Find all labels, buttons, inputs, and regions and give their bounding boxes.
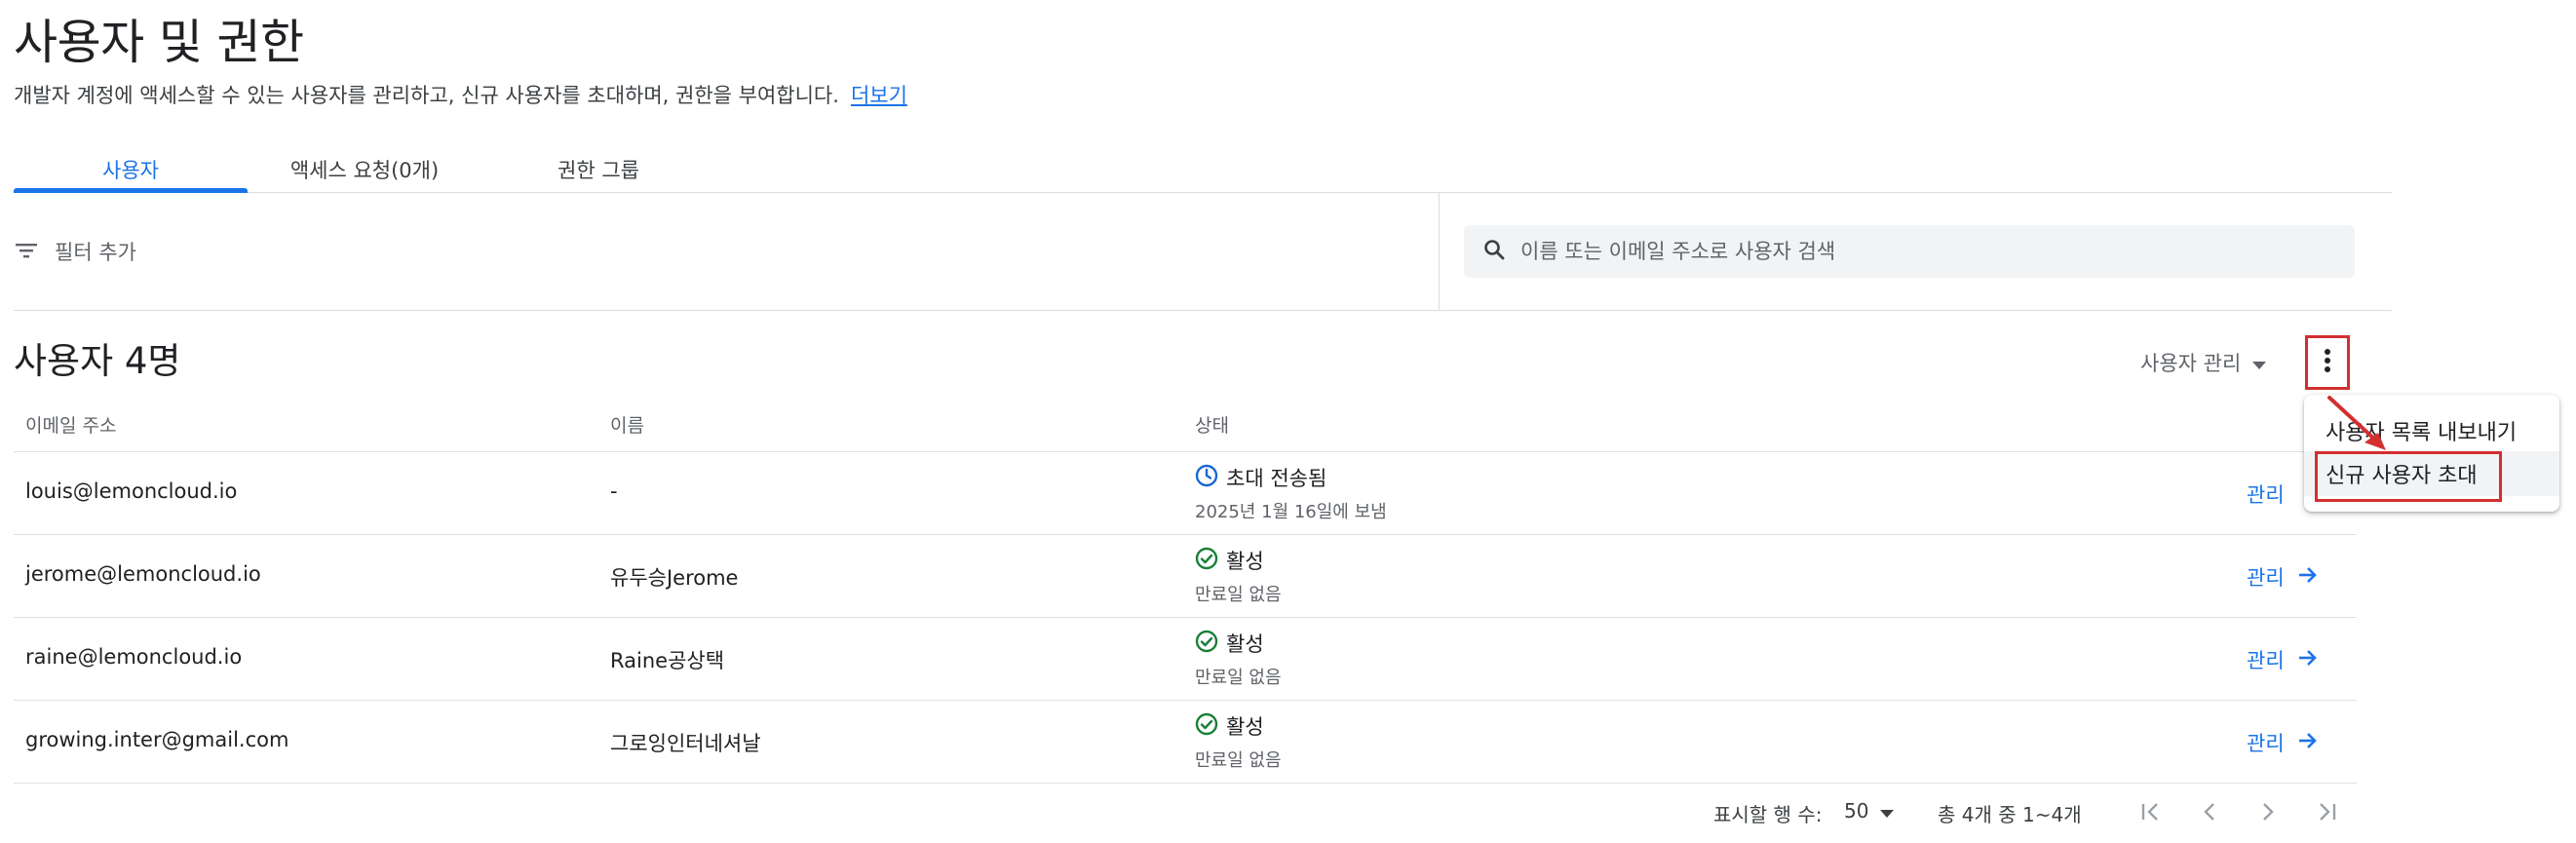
last-page-button[interactable] <box>2310 797 2343 830</box>
add-filter-button[interactable]: 필터 추가 <box>16 232 136 271</box>
clock-icon <box>1195 464 1218 492</box>
first-page-icon <box>2139 800 2163 827</box>
row-status: 활성 만료일 없음 <box>1195 711 1282 772</box>
page-title: 사용자 및 권한 <box>14 15 304 70</box>
manage-users-dropdown[interactable]: 사용자 관리 <box>2140 347 2267 378</box>
row-name: Raine공상택 <box>610 649 725 672</box>
table-row <box>14 535 2357 617</box>
next-page-button[interactable] <box>2251 797 2285 830</box>
manage-label: 관리 <box>2247 649 2285 672</box>
manage-label: 관리 <box>2247 732 2285 755</box>
status-label: 활성 <box>1226 632 1264 656</box>
first-page-button[interactable] <box>2134 797 2168 830</box>
manage-users-label: 사용자 관리 <box>2140 352 2242 375</box>
rows-per-page-select[interactable]: 50 <box>1844 799 1895 823</box>
column-header-email: 이메일 주소 <box>25 415 117 437</box>
manage-user-link[interactable]: 관리 <box>2247 728 2318 757</box>
last-page-icon <box>2315 800 2338 827</box>
search-input[interactable] <box>1519 239 2322 264</box>
check-circle-icon <box>1195 547 1218 575</box>
caret-down-icon <box>1880 799 1895 823</box>
rows-per-page-value: 50 <box>1844 799 1869 823</box>
row-divider <box>14 783 2357 784</box>
row-email: jerome@lemoncloud.io <box>25 562 261 586</box>
row-status: 활성 만료일 없음 <box>1195 629 1282 689</box>
chevron-left-icon <box>2198 800 2221 827</box>
page-description: 개발자 계정에 액세스할 수 있는 사용자를 관리하고, 신규 사용자를 초대하… <box>14 80 907 109</box>
check-circle-icon <box>1195 712 1218 741</box>
rows-per-page-label: 표시할 행 수: <box>1713 803 1823 826</box>
tab-permission-groups[interactable]: 권한 그룹 <box>481 146 715 193</box>
filter-icon <box>16 240 37 263</box>
row-name: - <box>610 479 618 503</box>
column-header-status: 상태 <box>1195 415 1229 437</box>
column-header-name: 이름 <box>610 415 644 437</box>
status-detail: 만료일 없음 <box>1195 750 1282 771</box>
search-box[interactable] <box>1464 225 2355 278</box>
manage-user-link[interactable]: 관리 <box>2247 562 2318 592</box>
description-text: 개발자 계정에 액세스할 수 있는 사용자를 관리하고, 신규 사용자를 초대하… <box>14 84 839 107</box>
table-row <box>14 452 2357 534</box>
chevron-right-icon <box>2256 800 2280 827</box>
table-row <box>14 701 2357 783</box>
row-name: 그로잉인터네셔날 <box>610 732 761 755</box>
tab-users[interactable]: 사용자 <box>14 146 248 193</box>
filter-bar-divider <box>1439 193 1440 310</box>
add-filter-label: 필터 추가 <box>55 241 136 264</box>
manage-user-link[interactable]: 관리 <box>2247 645 2318 674</box>
users-count-title: 사용자 4명 <box>14 340 181 382</box>
row-status: 초대 전송됨 2025년 1월 16일에 보냄 <box>1195 463 1387 523</box>
status-detail: 만료일 없음 <box>1195 585 1282 605</box>
row-name: 유두승Jerome <box>610 566 739 590</box>
arrow-right-icon <box>2298 565 2318 589</box>
arrow-right-icon <box>2298 731 2318 754</box>
row-email: growing.inter@gmail.com <box>25 728 289 751</box>
manage-label: 관리 <box>2247 566 2285 590</box>
learn-more-link[interactable]: 더보기 <box>851 84 907 107</box>
tab-access-requests[interactable]: 액세스 요청(0개) <box>248 146 481 193</box>
status-detail: 만료일 없음 <box>1195 668 1282 688</box>
status-label: 초대 전송됨 <box>1226 467 1327 490</box>
pagination-range: 총 4개 중 1~4개 <box>1938 803 2082 826</box>
previous-page-button[interactable] <box>2193 797 2226 830</box>
row-email: raine@lemoncloud.io <box>25 645 243 669</box>
check-circle-icon <box>1195 630 1218 658</box>
manage-label: 관리 <box>2247 483 2285 507</box>
arrow-right-icon <box>2298 648 2318 671</box>
status-label: 활성 <box>1226 550 1264 573</box>
search-icon <box>1464 239 1505 264</box>
more-vert-icon <box>2324 348 2331 377</box>
status-detail: 2025년 1월 16일에 보냄 <box>1195 502 1387 522</box>
highlight-box <box>2315 451 2502 502</box>
manage-user-link[interactable]: 관리 <box>2247 479 2285 509</box>
row-status: 활성 만료일 없음 <box>1195 546 1282 606</box>
caret-down-icon <box>2252 351 2267 374</box>
annotation-arrow <box>2327 396 2386 450</box>
table-row <box>14 618 2357 700</box>
more-options-button[interactable] <box>2305 335 2350 390</box>
row-email: louis@lemoncloud.io <box>25 479 238 503</box>
status-label: 활성 <box>1226 715 1264 739</box>
